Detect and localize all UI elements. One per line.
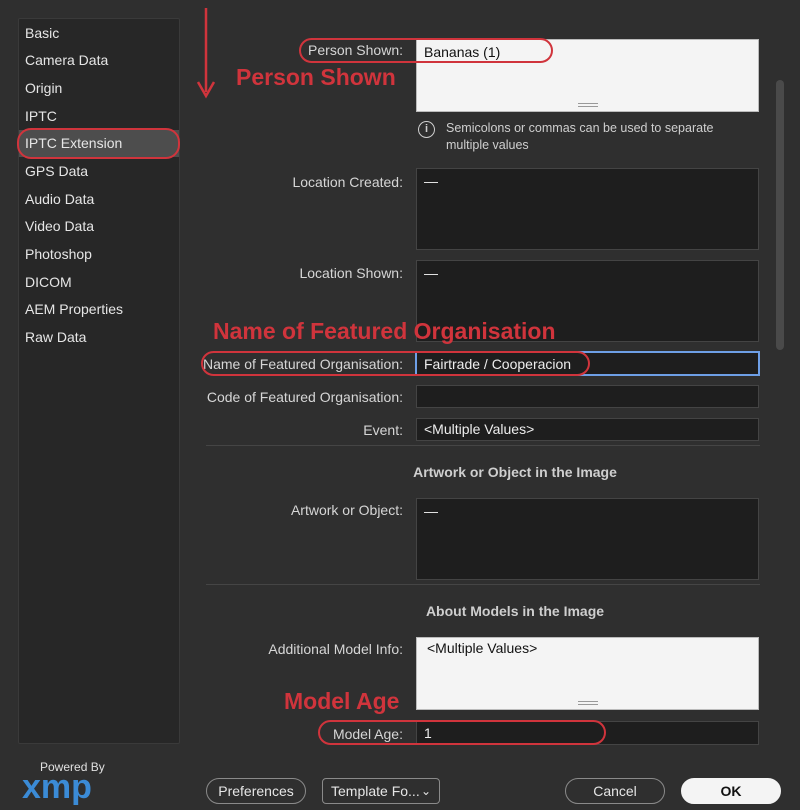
ok-button[interactable]: OK xyxy=(681,778,781,804)
section-divider-artwork xyxy=(206,445,760,446)
model-age-label: Model Age: xyxy=(332,726,403,742)
person-shown-label: Person Shown: xyxy=(308,42,403,58)
sidebar-item-video-data[interactable]: Video Data xyxy=(24,213,174,240)
resize-grip-icon[interactable] xyxy=(577,103,598,107)
sidebar-item-dicom[interactable]: DICOM xyxy=(24,269,174,296)
sidebar-item-origin[interactable]: Origin xyxy=(24,75,174,102)
template-dropdown-label: Template Fo... xyxy=(331,783,420,799)
sidebar-item-iptc-extension[interactable]: IPTC Extension xyxy=(19,130,179,157)
additional-model-info-field[interactable]: <Multiple Values> xyxy=(416,637,759,710)
artwork-field[interactable]: — xyxy=(416,498,759,580)
featured-org-name-field[interactable]: Fairtrade / Cooperacion xyxy=(415,351,760,376)
sidebar-item-audio-data[interactable]: Audio Data xyxy=(24,186,174,213)
sidebar-item-camera-data[interactable]: Camera Data xyxy=(24,47,174,74)
sidebar-item-iptc[interactable]: IPTC xyxy=(24,103,174,130)
annotation-model-age: Model Age xyxy=(284,688,400,714)
sidebar-item-basic[interactable]: Basic xyxy=(24,20,174,47)
section-divider-models xyxy=(206,584,760,585)
additional-model-info-value: <Multiple Values> xyxy=(427,640,538,656)
featured-org-code-label: Code of Featured Organisation: xyxy=(206,389,403,405)
sidebar-item-gps-data[interactable]: GPS Data xyxy=(24,158,174,185)
cancel-button[interactable]: Cancel xyxy=(565,778,665,804)
event-value: <Multiple Values> xyxy=(424,421,535,437)
artwork-label: Artwork or Object: xyxy=(290,502,403,518)
location-created-field[interactable]: — xyxy=(416,168,759,250)
section-title-models: About Models in the Image xyxy=(425,603,605,619)
annotation-featured-org: Name of Featured Organisation xyxy=(213,318,556,344)
sidebar-item-raw-data[interactable]: Raw Data xyxy=(24,324,174,351)
featured-org-name-label: Name of Featured Organisation: xyxy=(203,356,403,372)
section-title-artwork: Artwork or Object in the Image xyxy=(413,464,617,480)
artwork-value: — xyxy=(424,503,438,519)
featured-org-code-field[interactable] xyxy=(416,385,759,408)
sidebar-item-photoshop[interactable]: Photoshop xyxy=(24,241,174,268)
location-created-value: — xyxy=(424,173,438,189)
additional-model-info-label: Additional Model Info: xyxy=(268,641,403,657)
sidebar-item-aem-properties[interactable]: AEM Properties xyxy=(24,296,174,323)
featured-org-name-value: Fairtrade / Cooperacion xyxy=(424,356,572,372)
chevron-down-icon: ⌄ xyxy=(420,784,431,798)
resize-grip-icon-2[interactable] xyxy=(577,701,598,705)
scrollbar-thumb[interactable] xyxy=(776,80,784,350)
down-arrow-annotation-icon xyxy=(196,8,216,99)
event-field[interactable]: <Multiple Values> xyxy=(416,418,759,441)
location-shown-label: Location Shown: xyxy=(299,265,403,281)
annotation-person-shown: Person Shown xyxy=(236,64,396,90)
separator-hint: Semicolons or commas can be used to sepa… xyxy=(446,121,714,152)
template-dropdown[interactable]: Template Fo... ⌄ xyxy=(322,778,440,804)
location-shown-value: — xyxy=(424,265,438,281)
person-shown-field[interactable]: Bananas (1) xyxy=(416,39,759,112)
person-shown-value: Bananas (1) xyxy=(424,44,501,60)
info-icon: i xyxy=(418,121,435,138)
model-age-field[interactable]: 1 xyxy=(416,721,759,745)
event-label: Event: xyxy=(363,422,403,438)
xmp-logo: xmp xyxy=(22,770,92,806)
preferences-button[interactable]: Preferences xyxy=(206,778,306,804)
location-created-label: Location Created: xyxy=(292,174,403,190)
model-age-value: 1 xyxy=(424,725,432,741)
svg-text:xmp: xmp xyxy=(22,770,92,806)
